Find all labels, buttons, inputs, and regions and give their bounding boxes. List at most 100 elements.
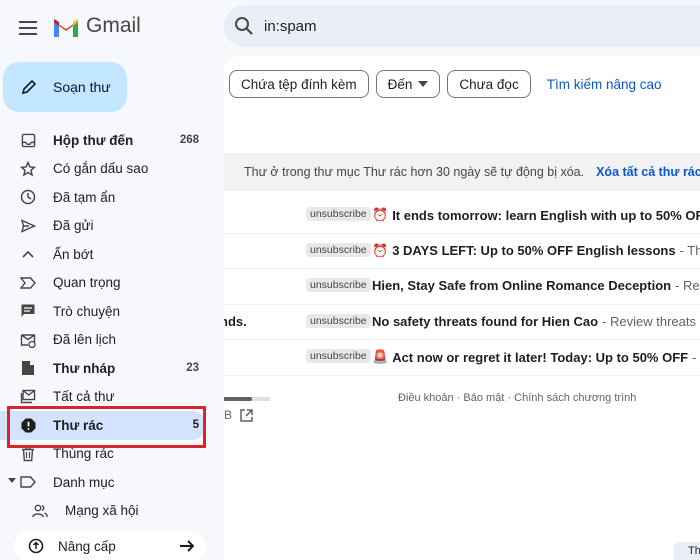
- unsubscribe-tag[interactable]: unsubscribe: [306, 313, 371, 328]
- email-subject: It ends tomorrow: learn English with up …: [392, 207, 700, 223]
- sidebar-item[interactable]: Đã gửi: [0, 212, 224, 241]
- chip-label: Chưa đọc: [459, 76, 519, 92]
- sidebar-item[interactable]: Quan trọng: [0, 269, 224, 298]
- spam-info-banner: Thư ở trong thư mục Thư rác hơn 30 ngày …: [224, 153, 700, 191]
- sidebar-item-label: Đã tạm ẩn: [53, 189, 116, 205]
- sidebar-item[interactable]: Đã tạm ẩn: [0, 183, 224, 212]
- delete-all-spam-link[interactable]: Xóa tất cả thư rác: [596, 165, 700, 179]
- people-icon: [32, 503, 48, 519]
- hamburger-icon[interactable]: [19, 21, 37, 35]
- filter-chips: Chứa tệp đính kèm Đến Chưa đọc Tìm kiếm …: [229, 70, 662, 98]
- email-snippet: - Review threats n: [602, 313, 700, 329]
- upgrade-label: Nâng cấp: [58, 538, 116, 554]
- search-icon[interactable]: [234, 16, 254, 36]
- siren-icon: 🚨: [372, 349, 389, 364]
- sidebar-item-label: Thư nháp: [53, 360, 116, 376]
- label-icon: [20, 474, 36, 490]
- app-name: Gmail: [86, 14, 141, 37]
- sender-fragment: nds.: [224, 314, 247, 330]
- compose-label: Soạn thư: [53, 79, 111, 95]
- unsubscribe-tag[interactable]: unsubscribe: [306, 349, 371, 363]
- email-snippet: - There: [679, 243, 700, 258]
- navigation-list: Hộp thư đến 268 Có gắn dấu sao Đã tạm ẩn Đã …: [0, 126, 224, 525]
- storage-usage: B: [224, 408, 253, 422]
- email-row[interactable]: unsubscribe Hien, Stay Safe from Online R…: [224, 269, 700, 305]
- open-in-new-icon[interactable]: [240, 408, 253, 422]
- has-attachment-chip[interactable]: Chứa tệp đính kèm: [229, 70, 369, 98]
- gmail-logo[interactable]: Gmail: [52, 14, 141, 38]
- draft-icon: [20, 360, 36, 376]
- sidebar-item[interactable]: Mạng xã hội: [0, 497, 224, 526]
- email-subject-line: ⏰ It ends tomorrow: learn English with up…: [372, 207, 700, 223]
- search-input[interactable]: in:spam: [264, 18, 317, 35]
- all-mail-icon: [20, 389, 36, 405]
- main-panel: Chứa tệp đính kèm Đến Chưa đọc Tìm kiếm …: [224, 56, 700, 560]
- unsubscribe-tag[interactable]: unsubscribe: [306, 207, 371, 221]
- unsubscribe-tag[interactable]: unsubscribe: [306, 242, 371, 257]
- gmail-m-icon: [54, 19, 78, 37]
- sidebar-item[interactable]: Đã lên lịch: [0, 326, 224, 355]
- sidebar-item-label: Đã lên lịch: [53, 332, 117, 348]
- caret-down-icon[interactable]: [8, 478, 16, 483]
- highlight-box: [7, 406, 206, 448]
- corner-widget[interactable]: Th: [674, 542, 700, 560]
- arrow-right-icon: [180, 540, 195, 552]
- email-subject: Act now or regret it later! Today: Up to…: [392, 349, 689, 365]
- email-subject-line: No safety threats found for Hien Cao - R…: [372, 314, 700, 329]
- sidebar-item-label: Danh mục: [53, 474, 115, 490]
- sidebar-item-label: Đã gửi: [53, 218, 94, 234]
- sidebar-item-label: Thùng rác: [53, 446, 114, 462]
- send-icon: [20, 218, 36, 234]
- sidebar-item-label: Tất cả thư: [53, 389, 115, 405]
- banner-text: Thư ở trong thư mục Thư rác hơn 30 ngày …: [244, 165, 585, 179]
- left-sidebar: Gmail Soạn thư Hộp thư đến 268 Có gắn dấu …: [0, 0, 224, 560]
- to-chip[interactable]: Đến: [375, 70, 441, 98]
- important-icon: [20, 275, 36, 291]
- email-snippet: - Revie: [675, 278, 700, 293]
- pencil-icon: [21, 79, 37, 95]
- storage-bar-fill: [224, 397, 252, 401]
- upgrade-icon: [28, 538, 44, 554]
- footer-links[interactable]: Điều khoản · Bảo mật · Chính sách chương…: [398, 392, 636, 404]
- scheduled-icon: [20, 332, 36, 348]
- main-menu-button[interactable]: [14, 14, 42, 42]
- chevron-up-icon: [20, 246, 36, 262]
- sidebar-item[interactable]: Hộp thư đến 268: [0, 126, 224, 155]
- email-subject: No safety threats found for Hien Cao: [372, 313, 599, 329]
- email-row[interactable]: unsubscribe ⏰ It ends tomorrow: learn Engl…: [224, 198, 700, 234]
- storage-text: B: [224, 408, 233, 422]
- inbox-icon: [20, 132, 36, 148]
- unread-count: 23: [186, 362, 199, 375]
- alarm-clock-icon: ⏰: [372, 207, 389, 222]
- sidebar-item[interactable]: Ẩn bớt: [0, 240, 224, 269]
- sidebar-item-label: Hộp thư đến: [53, 132, 134, 148]
- sidebar-item-label: Quan trọng: [53, 275, 121, 291]
- unread-chip[interactable]: Chưa đọc: [447, 70, 531, 98]
- email-row[interactable]: nds. unsubscribeNo safety threats found f…: [224, 305, 700, 340]
- star-icon: [20, 160, 36, 177]
- trash-icon: [20, 446, 36, 462]
- unsubscribe-tag[interactable]: unsubscribe: [306, 278, 371, 292]
- chip-label: Chứa tệp đính kèm: [241, 76, 357, 92]
- unread-count: 268: [179, 134, 199, 147]
- compose-button[interactable]: Soạn thư: [3, 62, 127, 112]
- email-subject-line: 🚨 Act now or regret it later! Today: Up t…: [372, 349, 700, 365]
- sidebar-item[interactable]: Thư nháp 23: [0, 354, 224, 383]
- email-subject: Hien, Stay Safe from Online Romance Dece…: [372, 278, 672, 293]
- sidebar-item[interactable]: Có gắn dấu sao: [0, 155, 224, 184]
- upgrade-button[interactable]: Nâng cấp: [14, 531, 206, 560]
- email-list: unsubscribe ⏰ It ends tomorrow: learn Engl…: [224, 198, 700, 376]
- sidebar-item-label: Trò chuyện: [53, 303, 121, 319]
- email-subject: 3 DAYS LEFT: Up to 50% OFF English lesso…: [392, 243, 676, 258]
- search-bar[interactable]: in:spam: [224, 5, 700, 47]
- sidebar-item[interactable]: Trò chuyện: [0, 297, 224, 326]
- clock-icon: [20, 189, 36, 205]
- sidebar-item-label: Mạng xã hội: [65, 503, 139, 519]
- email-row[interactable]: unsubscribe ⏰ 3 DAYS LEFT: Up to 50% OFF E…: [224, 234, 700, 269]
- email-subject-line: Hien, Stay Safe from Online Romance Dece…: [372, 278, 700, 293]
- email-row[interactable]: unsubscribe 🚨 Act now or regret it later! …: [224, 340, 700, 376]
- email-subject-line: ⏰ 3 DAYS LEFT: Up to 50% OFF English less…: [372, 243, 700, 259]
- alarm-clock-icon: ⏰: [372, 242, 389, 258]
- sidebar-item[interactable]: Danh mục: [0, 468, 224, 497]
- advanced-search-link[interactable]: Tìm kiếm nâng cao: [547, 77, 662, 92]
